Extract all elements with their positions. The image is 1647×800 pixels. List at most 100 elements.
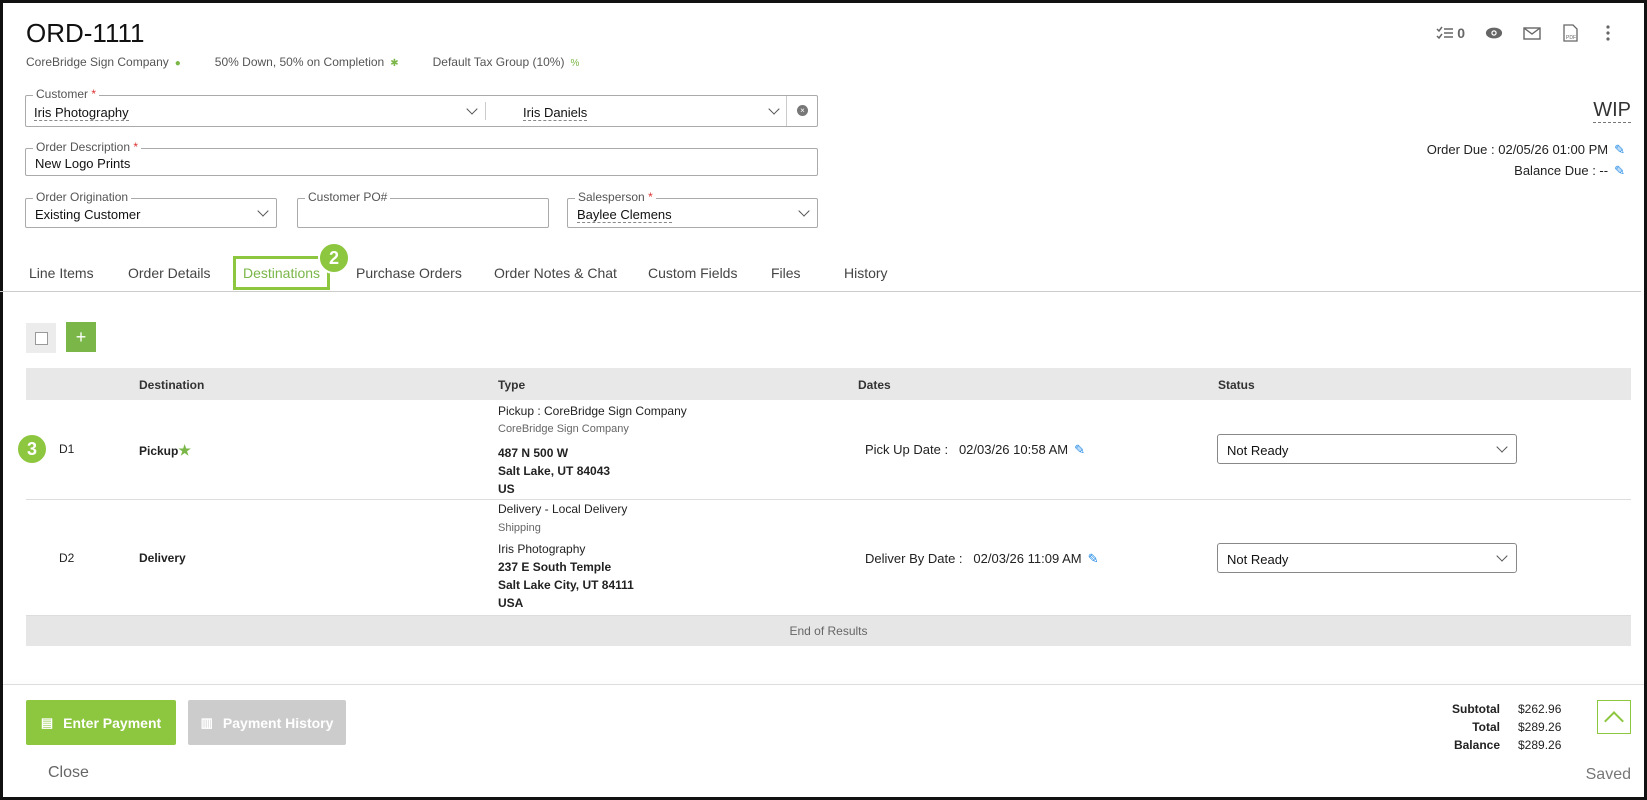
row-type: Pickup : CoreBridge Sign Company CoreBri… [498,402,687,498]
tab-bar: Line Items Order Details Destinations Pu… [0,250,1641,292]
star-icon: ★ [178,442,191,458]
tab-files[interactable]: Files [771,265,801,281]
pdf-icon[interactable]: PDF [1561,24,1579,42]
balance-value: $289.26 [1518,738,1562,752]
checkbox-box[interactable] [34,331,48,345]
select-all-checkbox[interactable] [26,323,56,353]
edit-pencil-icon[interactable]: ✎ [1614,142,1625,157]
table-row[interactable]: D2 Delivery Delivery - Local Delivery Sh… [26,500,1631,616]
row-id: D2 [59,551,75,565]
edit-pencil-icon[interactable]: ✎ [1614,163,1625,178]
customer-field[interactable]: Customer * Iris Photography Iris Daniels… [25,87,818,127]
close-button[interactable]: Close [48,764,89,782]
svg-text:PDF: PDF [1566,35,1576,41]
more-options-icon[interactable] [1599,24,1617,42]
payment-history-label: Payment History [222,714,334,731]
col-status: Status [1218,378,1255,392]
address-line: US [498,482,515,496]
payment-terms: 50% Down, 50% on Completion [214,55,385,69]
date-value: 02/03/26 11:09 AM [973,551,1082,566]
table-header: Destination Type Dates Status [26,368,1631,400]
row-date: Pick Up Date : 02/03/26 10:58 AM ✎ [865,442,1085,458]
origination-select[interactable]: Existing Customer [35,207,140,222]
receipt-icon: ▥ [200,714,213,730]
balance-label: Balance [1453,738,1500,752]
type-title: Delivery - Local Delivery [498,502,628,516]
status-select[interactable]: Not Ready [1217,543,1517,573]
salesperson-label: Salesperson * [575,190,656,204]
payment-history-button[interactable]: ▥ Payment History [188,700,346,745]
percent-icon: % [570,58,580,69]
payment-terms-info: 50% Down, 50% on Completion ✱ [215,55,399,69]
tasks-button[interactable]: 0 [1436,25,1465,41]
date-value: 02/03/26 10:58 AM [958,442,1069,457]
scroll-top-button[interactable] [1597,700,1631,734]
field-divider [485,102,486,120]
salesperson-field[interactable]: Salesperson * Baylee Clemens [567,190,818,228]
order-description-field[interactable]: Order Description * New Logo Prints [25,140,818,176]
edit-pencil-icon[interactable]: ✎ [1074,442,1085,457]
email-icon[interactable] [1523,24,1541,42]
tax-group: Default Tax Group (10%) [432,55,565,69]
balance-due-text: Balance Due : -- [1514,163,1609,178]
type-title: Pickup : CoreBridge Sign Company [498,404,687,418]
enter-payment-button[interactable]: ▤ Enter Payment [26,700,176,745]
totals-summary: Subtotal $262.96 Total $289.26 Balance $289… [1440,702,1570,756]
address-line: Salt Lake City, UT 84111 [498,578,634,592]
address-line: 237 E South Temple [498,560,612,574]
header-actions: 0 PDF [1436,24,1617,42]
tab-purchase-orders[interactable]: Purchase Orders [356,265,462,281]
order-due-text: Order Due : 02/05/26 01:00 PM [1426,142,1609,157]
status-value: Not Ready [1227,552,1289,567]
address-line: 487 N 500 W [498,446,569,460]
tax-group-info: Default Tax Group (10%)% [433,55,580,69]
tab-order-details[interactable]: Order Details [128,265,210,281]
table-row[interactable]: D1 Pickup★ Pickup : CoreBridge Sign Comp… [26,400,1631,500]
edit-pencil-icon[interactable]: ✎ [1088,551,1099,566]
add-destination-button[interactable]: + [66,322,96,352]
chevron-down-icon[interactable] [257,205,269,217]
row-id: D1 [59,442,75,456]
eye-icon[interactable] [1485,24,1503,42]
status-select[interactable]: Not Ready [1217,434,1517,464]
tab-custom-fields[interactable]: Custom Fields [648,265,737,281]
status-value: Not Ready [1227,443,1289,458]
total-value: $289.26 [1518,720,1562,734]
description-input[interactable]: New Logo Prints [35,156,130,171]
row-type: Delivery - Local Delivery Shipping Iris … [498,500,634,612]
balance-due: Balance Due : -- ✎ [1514,163,1625,179]
chevron-down-icon[interactable] [1496,441,1508,453]
row-date: Deliver By Date : 02/03/26 11:09 AM ✎ [865,551,1098,567]
checklist-icon [1436,26,1454,40]
asterisk-icon: ✱ [390,58,399,69]
col-destination: Destination [139,378,205,392]
col-dates: Dates [858,378,891,392]
chevron-down-icon[interactable] [1496,550,1508,562]
date-label: Deliver By Date : [865,551,963,566]
footer-divider [3,684,1644,685]
contact-select[interactable]: Iris Daniels [523,105,588,121]
salesperson-select[interactable]: Baylee Clemens [577,207,672,223]
tab-order-notes-chat[interactable]: Order Notes & Chat [494,265,617,281]
origination-label: Order Origination [33,190,132,204]
tab-history[interactable]: History [844,265,888,281]
callout-badge-3: 3 [16,433,48,465]
chevron-down-icon[interactable] [768,103,780,115]
address-line: USA [498,596,524,610]
tab-destinations[interactable]: Destinations [233,256,331,290]
clear-icon[interactable]: × [797,105,808,116]
col-type: Type [498,378,526,392]
address-line: Salt Lake, UT 84043 [498,464,611,478]
customer-select[interactable]: Iris Photography [34,105,129,121]
chevron-down-icon[interactable] [798,205,810,217]
total-label: Total [1472,720,1500,734]
status-label: WIP [1593,99,1631,123]
order-origination-field[interactable]: Order Origination Existing Customer [25,190,277,228]
row-destination: Pickup★ [139,442,191,458]
chevron-down-icon[interactable] [466,103,478,115]
tab-line-items[interactable]: Line Items [29,265,94,281]
customer-po-field[interactable]: Customer PO# [297,190,549,228]
location-pin-icon: ● [174,58,181,69]
description-label: Order Description * [33,140,142,154]
order-subinfo: CoreBridge Sign Company ● 50% Down, 50% o… [26,55,579,69]
